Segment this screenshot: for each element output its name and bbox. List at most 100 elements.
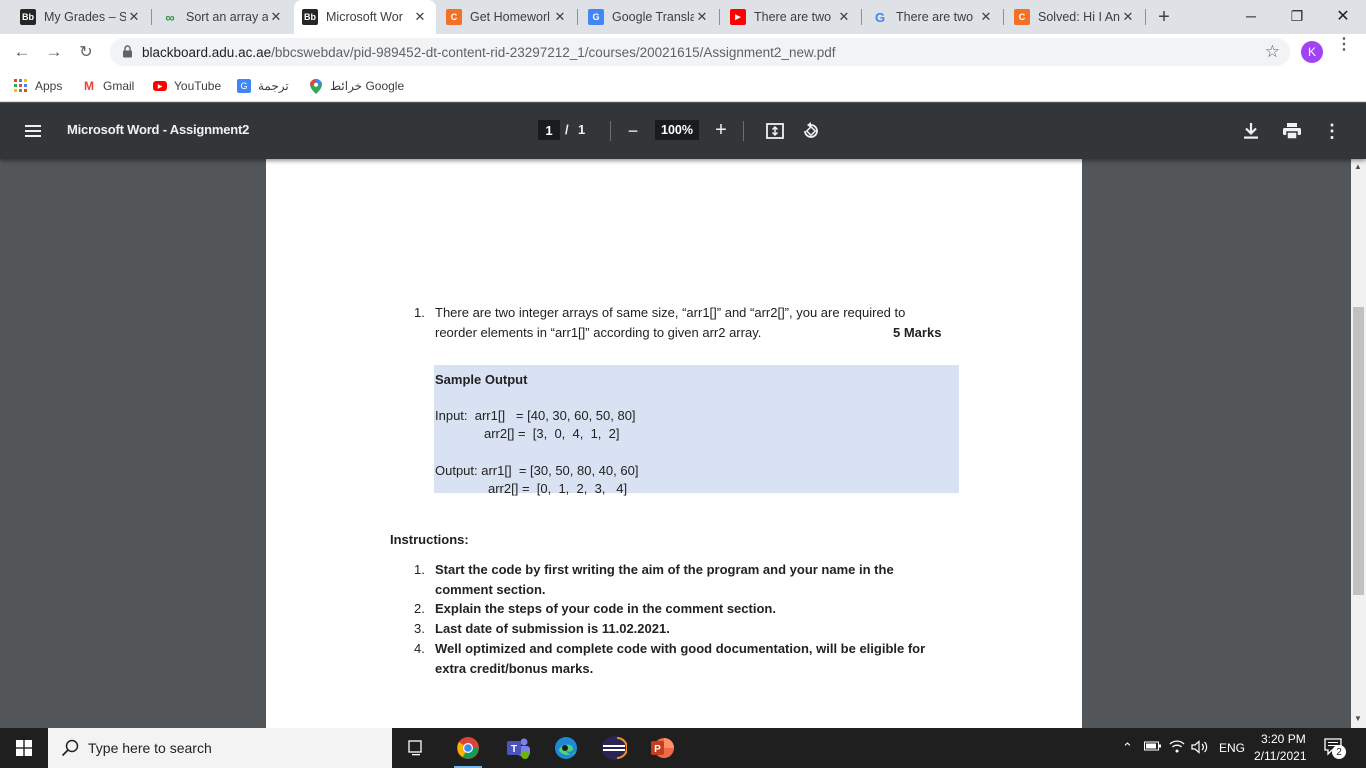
tab-solved[interactable]: C Solved: Hi I An ✕ (1006, 0, 1144, 34)
pdf-toolbar: Microsoft Word - Assignment2 1 / 1 − 100… (0, 103, 1366, 159)
language-indicator[interactable]: ENG (1219, 741, 1245, 755)
page-number-input[interactable]: 1 (538, 120, 560, 140)
close-icon[interactable]: ✕ (836, 9, 852, 25)
close-icon[interactable]: ✕ (412, 9, 428, 25)
bookmark-label: YouTube (174, 79, 222, 93)
instruction-number: 3. (414, 621, 425, 636)
tab-title: There are two (896, 10, 974, 24)
edge-taskbar-icon[interactable] (550, 732, 582, 764)
tab-title: My Grades – S (44, 10, 126, 24)
url-path: /bbcswebdav/pid-989452-dt-content-rid-23… (271, 44, 836, 60)
marks-label: 5 Marks (893, 325, 942, 340)
input-line-1: Input: arr1[] = [40, 30, 60, 50, 80] (435, 408, 636, 423)
close-icon[interactable]: ✕ (694, 9, 710, 25)
close-window-button[interactable]: ✕ (1320, 0, 1366, 32)
url-text: blackboard.adu.ac.ae/bbcswebdav/pid-9894… (142, 45, 835, 60)
url-host: blackboard.adu.ac.ae (142, 44, 272, 60)
battery-icon[interactable] (1144, 740, 1162, 755)
bookmark-maps[interactable]: خرائط Google (309, 76, 404, 96)
close-icon[interactable]: ✕ (978, 9, 994, 25)
chrome-menu-icon[interactable]: ⋮ (1336, 37, 1352, 53)
chegg-icon: C (446, 9, 462, 25)
more-options-icon[interactable]: ⋮ (1322, 121, 1342, 141)
tab-google-translate[interactable]: G Google Transla ✕ (580, 0, 718, 34)
bookmark-apps[interactable]: Apps (14, 76, 62, 96)
notification-center-icon[interactable]: 2 (1324, 738, 1346, 759)
scroll-thumb[interactable] (1353, 307, 1364, 595)
windows-start-icon[interactable] (8, 732, 40, 764)
reload-button[interactable]: ↻ (72, 38, 100, 66)
input-line-2: arr2[] = [3, 0, 4, 1, 2] (484, 426, 620, 441)
total-pages: 1 (578, 122, 586, 137)
tab-title: Solved: Hi I An (1038, 10, 1120, 24)
rotate-icon[interactable] (801, 121, 821, 141)
zoom-in-icon[interactable]: + (712, 119, 730, 141)
scroll-up-arrow-icon[interactable]: ▲ (1354, 162, 1362, 171)
profile-avatar[interactable]: K (1301, 41, 1323, 63)
page-separator: / (565, 122, 569, 137)
instruction-number: 1. (414, 562, 425, 577)
instruction-text: comment section. (435, 582, 546, 597)
print-icon[interactable] (1282, 121, 1302, 141)
close-icon[interactable]: ✕ (126, 9, 142, 25)
powerpoint-taskbar-icon[interactable]: P (646, 732, 678, 764)
new-tab-button[interactable]: + (1152, 5, 1176, 29)
forward-button[interactable]: → (40, 38, 68, 66)
volume-icon[interactable] (1191, 740, 1209, 757)
pdf-page: 1. There are two integer arrays of same … (266, 159, 1082, 728)
tab-microsoft-word[interactable]: Bb Microsoft Wor ✕ (294, 0, 436, 34)
tab-title: There are two (754, 10, 832, 24)
clock-time[interactable]: 3:20 PM (1261, 732, 1306, 746)
teams-taskbar-icon[interactable]: T (502, 732, 534, 764)
question-line-1: There are two integer arrays of same siz… (435, 305, 906, 320)
fit-page-icon[interactable] (765, 122, 785, 140)
instruction-text: Start the code by first writing the aim … (435, 562, 894, 577)
bookmark-star-icon[interactable]: ☆ (1265, 42, 1280, 62)
question-line-2: reorder elements in “arr1[]” according t… (435, 325, 762, 340)
zoom-out-icon[interactable]: − (624, 121, 642, 141)
close-icon[interactable]: ✕ (268, 9, 284, 25)
bookmark-youtube[interactable]: ▶ YouTube (153, 76, 221, 96)
tab-title: Google Transla (612, 10, 694, 24)
close-icon[interactable]: ✕ (1120, 9, 1136, 25)
back-button[interactable]: ← (8, 38, 36, 66)
address-bar[interactable]: blackboard.adu.ac.ae/bbcswebdav/pid-9894… (110, 38, 1290, 66)
chrome-taskbar-icon[interactable] (452, 732, 484, 768)
task-view-icon[interactable] (400, 732, 432, 764)
tab-my-grades[interactable]: Bb My Grades – S ✕ (12, 0, 150, 34)
browser-toolbar: ← → ↻ blackboard.adu.ac.ae/bbcswebdav/pi… (0, 34, 1366, 70)
show-hidden-icons-chevron-icon[interactable]: ⌃ (1122, 740, 1133, 756)
restore-button[interactable]: ❐ (1274, 0, 1320, 32)
vertical-scrollbar[interactable]: ▲ ▼ (1351, 159, 1366, 728)
youtube-icon: ▶ (730, 9, 746, 25)
notification-count-badge: 2 (1332, 745, 1346, 759)
google-translate-icon: G (237, 79, 251, 93)
tab-title: Microsoft Wor (326, 10, 403, 24)
youtube-icon: ▶ (153, 81, 167, 91)
taskbar-search-box[interactable]: Type here to search (48, 728, 392, 768)
tab-google-there-are-two[interactable]: G There are two ✕ (864, 0, 1002, 34)
hamburger-menu-icon[interactable] (24, 122, 42, 140)
wifi-icon[interactable] (1169, 739, 1185, 756)
tab-sort-array[interactable]: ∞ Sort an array a ✕ (154, 0, 292, 34)
bookmark-translate[interactable]: G ترجمة (237, 76, 289, 96)
eclipse-taskbar-icon[interactable] (598, 732, 630, 764)
google-icon: G (874, 9, 886, 25)
apps-grid-icon (14, 79, 28, 93)
tab-youtube-there-are-two[interactable]: ▶ There are two ✕ (722, 0, 860, 34)
download-icon[interactable] (1242, 121, 1260, 141)
instruction-number: 2. (414, 601, 425, 616)
instruction-number: 4. (414, 641, 425, 656)
clock-date[interactable]: 2/11/2021 (1254, 749, 1307, 763)
instruction-text: extra credit/bonus marks. (435, 661, 594, 676)
bookmark-gmail[interactable]: M Gmail (82, 76, 134, 96)
close-icon[interactable]: ✕ (552, 9, 568, 25)
minimize-button[interactable]: ─ (1228, 0, 1274, 32)
divider (610, 121, 611, 141)
bookmark-label: Apps (35, 79, 63, 93)
instruction-text: Explain the steps of your code in the co… (435, 601, 776, 616)
zoom-level-input[interactable]: 100% (655, 120, 699, 140)
tab-get-homework[interactable]: C Get Homeworl ✕ (438, 0, 576, 34)
scroll-down-arrow-icon[interactable]: ▼ (1354, 714, 1362, 723)
windows-taskbar: Type here to search T P ⌃ ENG 3:20 PM 2/… (0, 728, 1366, 768)
